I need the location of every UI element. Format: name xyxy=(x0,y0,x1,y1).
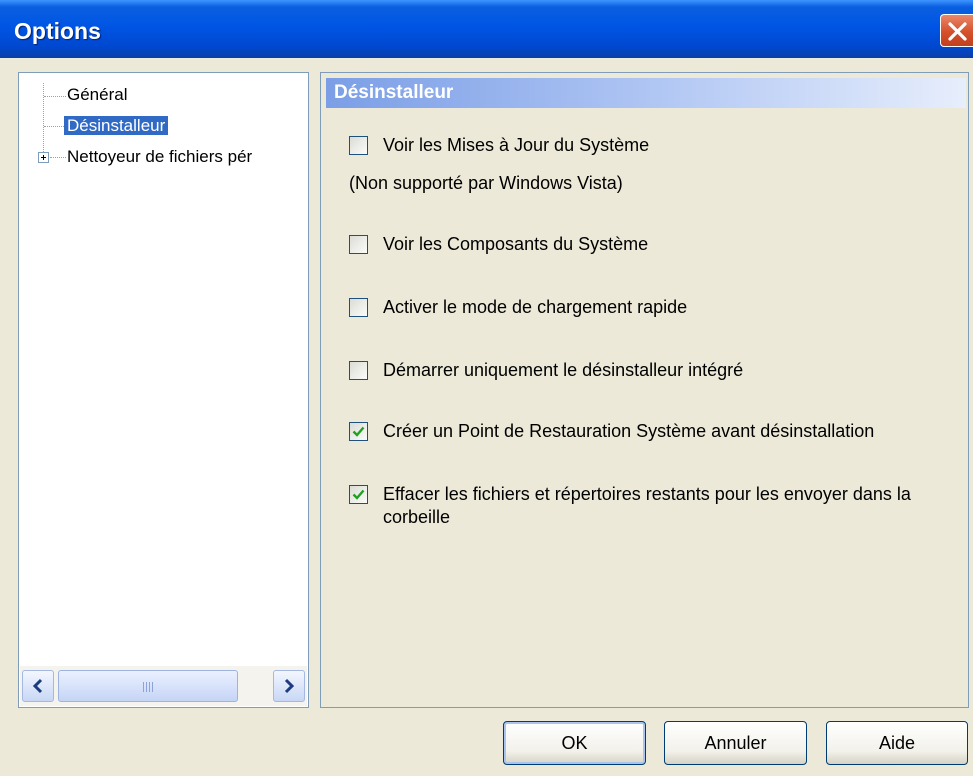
close-icon xyxy=(948,22,967,41)
checkbox[interactable] xyxy=(349,298,368,317)
option-label: Activer le mode de chargement rapide xyxy=(383,297,688,317)
settings-panel: Désinstalleur Voir les Mises à Jour du S… xyxy=(320,72,969,708)
options-tree[interactable]: Général Désinstalleur Nettoyeur de fichi… xyxy=(18,72,309,708)
tree-connector xyxy=(44,96,66,97)
option-label: Démarrer uniquement le désinstalleur int… xyxy=(383,360,744,380)
tree-connector xyxy=(44,126,66,127)
section-title: Désinstalleur xyxy=(334,82,454,103)
scroll-thumb[interactable] xyxy=(58,670,238,702)
help-button[interactable]: Aide xyxy=(826,721,968,765)
grip-line xyxy=(149,682,150,692)
expand-plus-icon[interactable] xyxy=(38,152,49,163)
grip-line xyxy=(152,682,153,692)
option-label: Voir les Composants du Système xyxy=(383,234,649,254)
scroll-left-button[interactable] xyxy=(22,670,54,702)
checkbox[interactable] xyxy=(349,422,368,441)
checkmark-icon xyxy=(352,489,365,500)
close-button[interactable] xyxy=(940,14,973,47)
tree-item-label: Général xyxy=(67,85,128,104)
title-bar: Options xyxy=(0,0,973,58)
grip-line xyxy=(146,682,147,692)
tree-item-general[interactable]: Général xyxy=(67,83,127,107)
option-label: Voir les Mises à Jour du Système xyxy=(383,135,650,155)
option-label: Effacer les fichiers et répertoires rest… xyxy=(383,484,911,527)
checkbox[interactable] xyxy=(349,361,368,380)
option-label: Créer un Point de Restauration Système a… xyxy=(383,421,875,441)
checkbox[interactable] xyxy=(349,136,368,155)
section-header: Désinstalleur xyxy=(326,78,966,108)
chevron-left-icon xyxy=(32,678,43,694)
ok-button[interactable]: OK xyxy=(503,721,646,765)
grip-line xyxy=(143,682,144,692)
horizontal-scrollbar[interactable] xyxy=(20,666,307,706)
window-title: Options xyxy=(14,18,101,44)
checkbox[interactable] xyxy=(349,485,368,504)
cancel-button[interactable]: Annuler xyxy=(664,721,807,765)
tree-item-uninstaller[interactable]: Désinstalleur xyxy=(64,114,169,138)
checkbox[interactable] xyxy=(349,235,368,254)
checkmark-icon xyxy=(352,426,365,437)
chevron-right-icon xyxy=(284,678,295,694)
tree-item-label: Désinstalleur xyxy=(64,116,169,135)
tree-connector xyxy=(50,157,66,158)
tree-connector xyxy=(43,83,44,158)
tree-item-label: Nettoyeur de fichiers pér xyxy=(67,147,253,166)
scroll-right-button[interactable] xyxy=(273,670,305,702)
vista-note: (Non supporté par Windows Vista) xyxy=(349,173,623,193)
tree-item-junk-cleaner[interactable]: Nettoyeur de fichiers pér xyxy=(67,145,252,169)
